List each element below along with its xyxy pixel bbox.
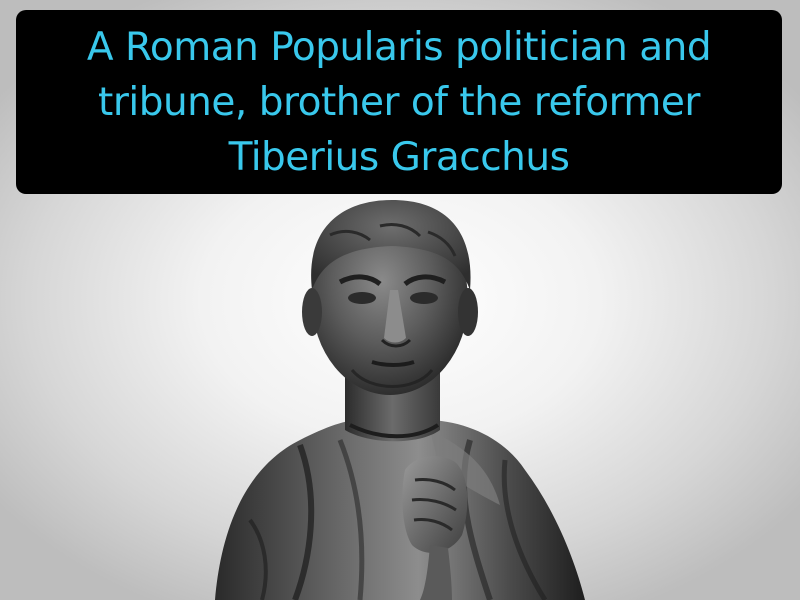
hand (402, 456, 468, 553)
statue-bust-image (215, 200, 585, 600)
